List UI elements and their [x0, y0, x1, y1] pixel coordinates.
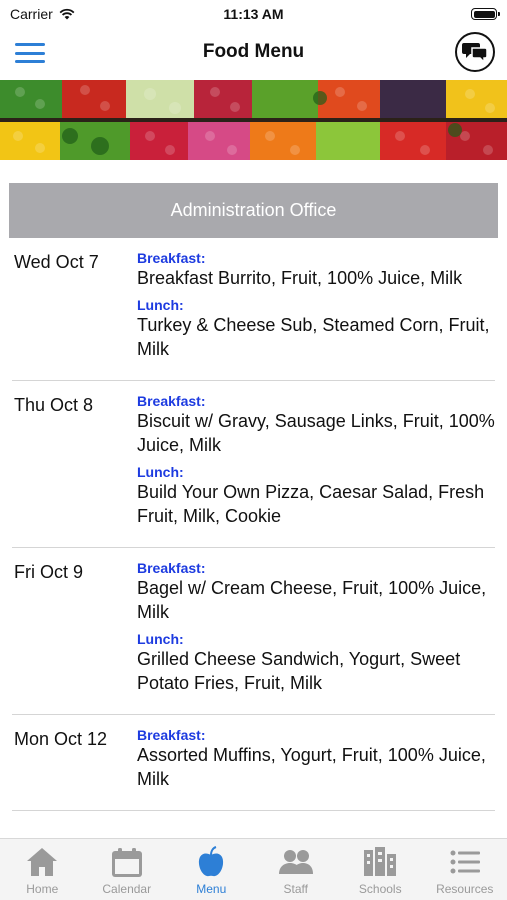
- tab-bar: Home Calendar Menu Staff Schools Resourc…: [0, 838, 507, 900]
- day-row: Fri Oct 9 Breakfast: Bagel w/ Cream Chee…: [12, 548, 495, 715]
- lunch-items: Turkey & Cheese Sub, Steamed Corn, Fruit…: [137, 315, 490, 359]
- status-bar: Carrier 11:13 AM: [0, 0, 507, 30]
- calendar-icon: [110, 845, 144, 879]
- meals: Breakfast: Bagel w/ Cream Cheese, Fruit,…: [137, 558, 495, 702]
- tab-label: Home: [26, 882, 59, 896]
- day-row: Wed Oct 7 Breakfast: Breakfast Burrito, …: [12, 238, 495, 381]
- apple-icon: [194, 845, 228, 879]
- day-date: Mon Oct 12: [14, 729, 108, 749]
- day-date: Thu Oct 8: [14, 395, 94, 415]
- school-name: Administration Office: [170, 200, 337, 220]
- breakfast-items: Bagel w/ Cream Cheese, Fruit, 100% Juice…: [137, 578, 487, 622]
- meals: Breakfast: Biscuit w/ Gravy, Sausage Lin…: [137, 391, 495, 535]
- menu-content[interactable]: Administration Office Wed Oct 7 Breakfas…: [0, 160, 507, 838]
- page-title: Food Menu: [202, 41, 305, 62]
- house-icon: [25, 845, 59, 879]
- tab-staff[interactable]: Staff: [254, 839, 339, 900]
- breakfast-items: Breakfast Burrito, Fruit, 100% Juice, Mi…: [137, 268, 463, 288]
- tab-label: Resources: [436, 882, 494, 896]
- day-date: Wed Oct 7: [14, 252, 99, 272]
- lunch-items: Grilled Cheese Sandwich, Yogurt, Sweet P…: [137, 649, 461, 693]
- tab-schools[interactable]: Schools: [338, 839, 423, 900]
- tab-label: Staff: [283, 882, 308, 896]
- tab-home[interactable]: Home: [0, 839, 85, 900]
- school-header: Administration Office: [9, 183, 498, 238]
- tab-label: Menu: [196, 882, 227, 896]
- tab-label: Calendar: [102, 882, 152, 896]
- tab-resources[interactable]: Resources: [423, 839, 507, 900]
- day-row: Thu Oct 8 Breakfast: Biscuit w/ Gravy, S…: [12, 381, 495, 548]
- breakfast-items: Biscuit w/ Gravy, Sausage Links, Fruit, …: [137, 411, 495, 455]
- tab-label: Schools: [358, 882, 402, 896]
- nav-bar: Food Menu: [0, 30, 507, 78]
- breakfast-items: Assorted Muffins, Yogurt, Fruit, 100% Ju…: [137, 745, 486, 789]
- lunch-label: Lunch:: [137, 464, 184, 480]
- lunch-label: Lunch:: [137, 631, 184, 647]
- tab-calendar[interactable]: Calendar: [85, 839, 170, 900]
- lunch-items: Build Your Own Pizza, Caesar Salad, Fres…: [137, 482, 485, 526]
- day-row: Mon Oct 12 Breakfast: Assorted Muffins, …: [12, 715, 495, 811]
- buildings-icon: [361, 845, 399, 879]
- lunch-label: Lunch:: [137, 297, 184, 313]
- day-date: Fri Oct 9: [14, 562, 84, 582]
- breakfast-label: Breakfast:: [137, 560, 206, 576]
- chat-bubbles-icon[interactable]: [455, 32, 495, 72]
- breakfast-label: Breakfast:: [137, 393, 206, 409]
- meals: Breakfast: Assorted Muffins, Yogurt, Fru…: [137, 725, 495, 798]
- list-icon: [448, 845, 482, 879]
- people-icon: [277, 845, 315, 879]
- tab-menu[interactable]: Menu: [169, 839, 254, 900]
- battery-icon: [471, 8, 500, 20]
- breakfast-label: Breakfast:: [137, 727, 206, 743]
- vegetable-crates-image: [0, 80, 507, 160]
- meals: Breakfast: Breakfast Burrito, Fruit, 100…: [137, 248, 495, 368]
- breakfast-label: Breakfast:: [137, 250, 206, 266]
- status-time: 11:13 AM: [223, 6, 284, 22]
